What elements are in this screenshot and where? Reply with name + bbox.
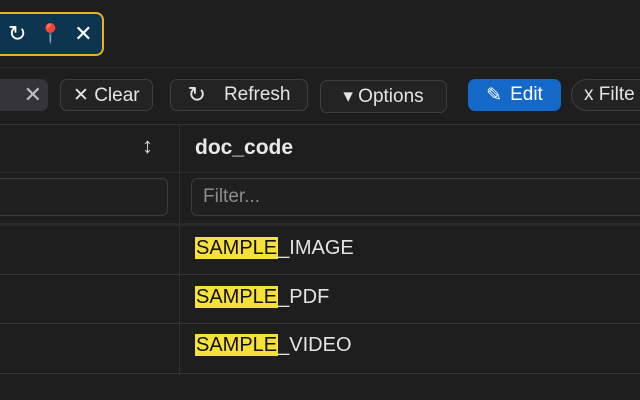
filter-chip-button[interactable]: x Filte — [571, 79, 640, 111]
doc-code-filter-input[interactable] — [191, 178, 640, 216]
doc-code-cell: SAMPLE_PDF — [195, 285, 329, 309]
refresh-button-label: Refresh — [223, 84, 291, 105]
edit-button[interactable]: ✎ Edit — [468, 79, 561, 111]
left-column-filter-input[interactable] — [0, 178, 168, 216]
clear-search-icon[interactable]: ✕ — [24, 82, 42, 108]
column-header-doc-code[interactable]: doc_code — [195, 136, 293, 160]
table-row[interactable]: SAMPLE_IMAGE — [0, 226, 640, 275]
cell-text: _IMAGE — [278, 237, 354, 259]
pin-icon[interactable]: 📍 — [38, 25, 62, 44]
table-row[interactable]: SAMPLE_VIDEO — [0, 324, 640, 373]
filter-chip-label: x Filte — [584, 84, 635, 105]
search-input[interactable]: ✕ — [0, 79, 48, 111]
highlight-match: SAMPLE — [195, 334, 279, 356]
highlight-match: SAMPLE — [195, 286, 279, 308]
row-divider — [0, 373, 640, 374]
floating-tab: ↻ 📍 ✕ — [0, 12, 104, 56]
toolbar-divider — [0, 67, 640, 68]
table-row[interactable]: SAMPLE_PDF — [0, 275, 640, 324]
highlight-match: SAMPLE — [195, 237, 279, 259]
cell-text: _PDF — [278, 286, 330, 308]
sort-icon[interactable]: ↕ — [142, 133, 153, 159]
cell-text: _VIDEO — [278, 334, 352, 356]
doc-code-cell: SAMPLE_IMAGE — [195, 236, 354, 260]
edit-button-label: Edit — [510, 84, 543, 105]
refresh-button[interactable]: ↻ Refresh — [170, 79, 308, 111]
edit-icon: ✎ — [486, 84, 503, 106]
clear-button[interactable]: ✕ Clear — [60, 79, 153, 111]
clear-button-label: ✕ Clear — [73, 84, 140, 106]
table-header-row — [0, 125, 640, 173]
options-button[interactable]: ▾ Options — [320, 80, 447, 113]
refresh-icon[interactable]: ↻ — [8, 23, 26, 45]
doc-code-cell: SAMPLE_VIDEO — [195, 333, 352, 357]
options-button-label: ▾ Options — [343, 86, 424, 107]
close-icon[interactable]: ✕ — [74, 23, 92, 45]
header-divider — [0, 172, 640, 173]
refresh-icon: ↻ — [187, 82, 206, 107]
